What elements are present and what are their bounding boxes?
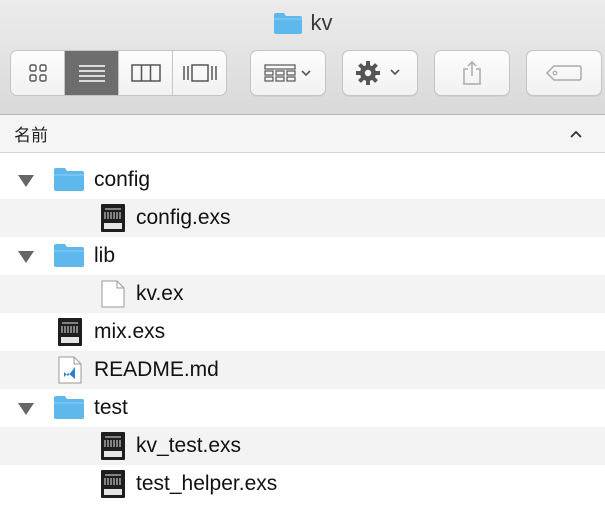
- vscode-document-icon: [58, 356, 82, 384]
- gallery-view-button[interactable]: [173, 51, 226, 95]
- tag-icon: [545, 65, 582, 81]
- chevron-up-icon: [570, 130, 582, 138]
- exs-file-icon: [101, 432, 125, 460]
- share-icon: [463, 60, 481, 85]
- folder-icon: [273, 13, 302, 34]
- file-name: kv.ex: [136, 282, 184, 305]
- file-name: config.exs: [136, 206, 231, 229]
- view-mode-segmented-control: [10, 50, 227, 96]
- list-icon: [78, 65, 105, 82]
- column-view-button[interactable]: [119, 51, 173, 95]
- exs-file-icon: [101, 470, 125, 498]
- gear-icon: [356, 61, 400, 85]
- exs-file-icon: [58, 318, 82, 346]
- window-toolbar: kv: [0, 0, 605, 115]
- file-name: lib: [94, 244, 116, 267]
- list-item-kv-ex[interactable]: kv.ex: [0, 275, 605, 313]
- window-title-text: kv: [310, 10, 333, 35]
- action-menu-button[interactable]: [342, 50, 418, 96]
- name-column-label: 名前: [14, 126, 48, 145]
- disclosure-triangle-icon[interactable]: [17, 250, 35, 264]
- file-name: kv_test.exs: [136, 434, 242, 457]
- exs-file-icon: [101, 204, 125, 232]
- folder-icon: [53, 394, 85, 420]
- list-item-config-exs[interactable]: config.exs: [0, 199, 605, 237]
- group-grid-icon: [264, 64, 311, 82]
- file-name: README.md: [94, 358, 219, 381]
- list-item-readme-md[interactable]: README.md: [0, 351, 605, 389]
- group-by-button[interactable]: [250, 50, 326, 96]
- list-item-test-helper-exs[interactable]: test_helper.exs: [0, 465, 605, 503]
- icon-view-button[interactable]: [11, 51, 65, 95]
- share-button[interactable]: [434, 50, 510, 96]
- blank-document-icon: [101, 280, 125, 308]
- file-name: mix.exs: [94, 320, 166, 343]
- list-item-mix-exs[interactable]: mix.exs: [0, 313, 605, 351]
- file-name: config: [94, 168, 151, 191]
- grid-icon: [28, 64, 47, 82]
- disclosure-triangle-icon[interactable]: [17, 174, 35, 188]
- columns-icon: [130, 64, 161, 82]
- list-item-lib[interactable]: lib: [0, 237, 605, 275]
- window-title: kv: [0, 8, 605, 38]
- list-item-test[interactable]: test: [0, 389, 605, 427]
- folder-icon: [53, 166, 85, 192]
- disclosure-triangle-icon[interactable]: [17, 402, 35, 416]
- tags-button[interactable]: [526, 50, 602, 96]
- file-list: config config.exs lib kv.ex mix.exs READ…: [0, 161, 605, 503]
- list-view-button[interactable]: [65, 51, 119, 95]
- file-name: test_helper.exs: [136, 472, 278, 495]
- name-column-header[interactable]: 名前: [0, 115, 605, 153]
- list-item-config[interactable]: config: [0, 161, 605, 199]
- cover-flow-icon: [182, 64, 217, 82]
- list-item-kv-test-exs[interactable]: kv_test.exs: [0, 427, 605, 465]
- file-name: test: [94, 396, 128, 419]
- folder-icon: [53, 242, 85, 268]
